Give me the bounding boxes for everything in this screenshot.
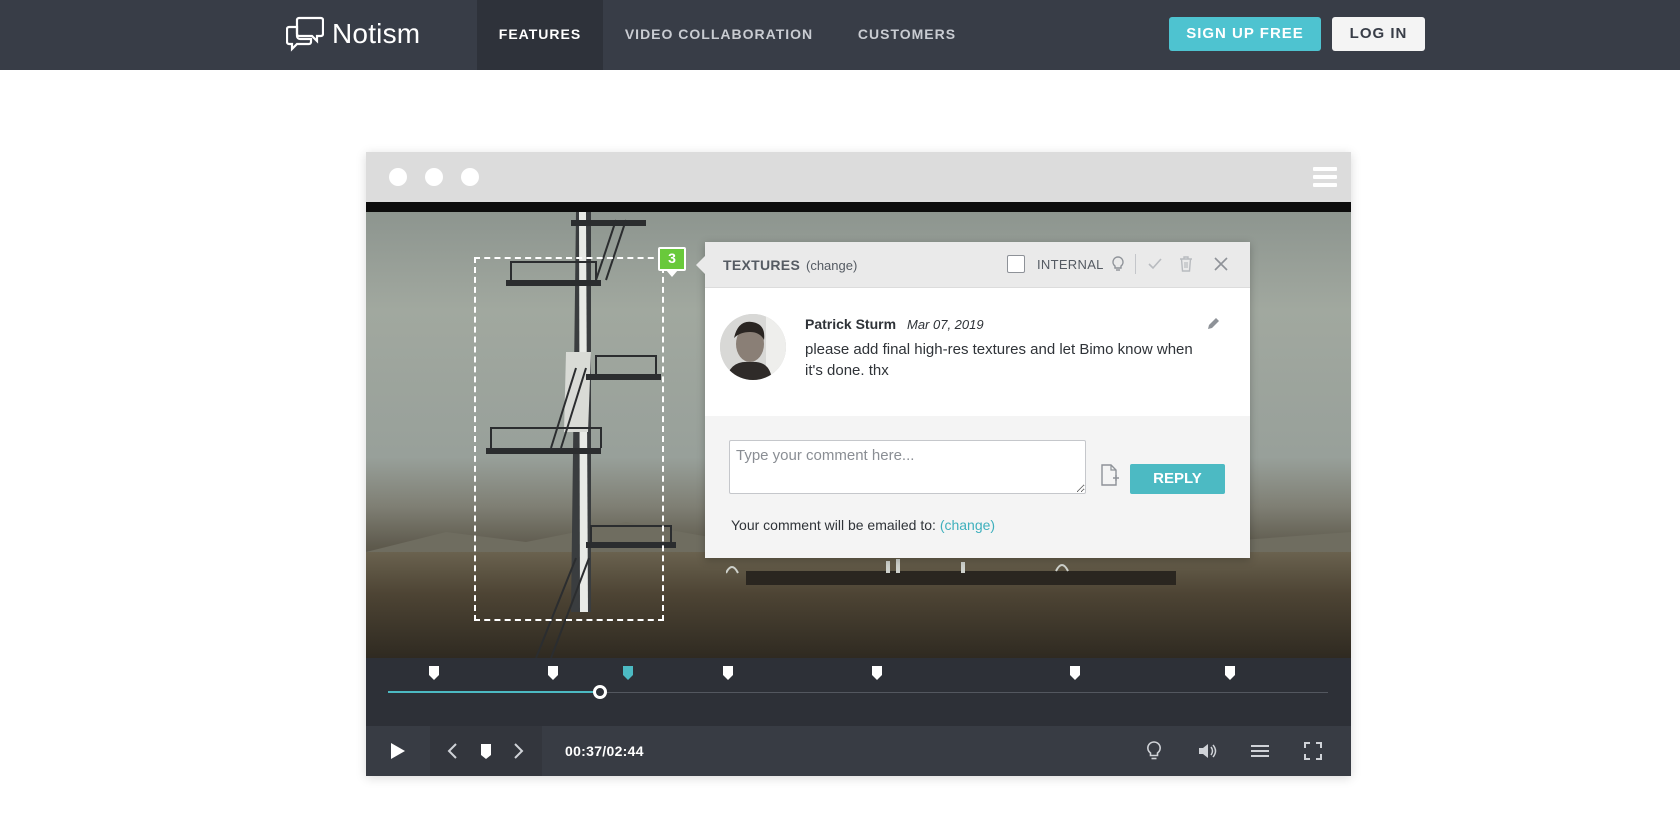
marker-navigation <box>430 726 542 776</box>
timeline[interactable] <box>366 658 1351 726</box>
comment-date: Mar 07, 2019 <box>907 317 984 332</box>
video-frame[interactable]: 3 TEXTURES (change) INTERNAL Patrick Stu… <box>366 212 1351 658</box>
list-icon[interactable] <box>1250 741 1270 761</box>
hamburger-menu-icon[interactable] <box>1313 167 1337 187</box>
video-letterbox <box>366 202 1351 212</box>
window-dot <box>461 168 479 186</box>
annotation-selection-box[interactable] <box>474 257 664 621</box>
window-dot <box>425 168 443 186</box>
comment-author: Patrick Sturm <box>805 316 897 332</box>
nav-link-video-collaboration[interactable]: VIDEO COLLABORATION <box>603 0 835 70</box>
player-controls: 00:37/02:44 <box>366 726 1351 776</box>
comment-text: please add final high-res textures and l… <box>805 341 1193 379</box>
play-button[interactable] <box>366 726 430 776</box>
email-note-text: Your comment will be emailed to: <box>731 517 936 533</box>
lightbulb-icon[interactable] <box>1144 741 1164 761</box>
structures-silhouette <box>726 559 1176 585</box>
email-note: Your comment will be emailed to: (change… <box>731 517 995 533</box>
nav-link-features[interactable]: FEATURES <box>477 0 603 70</box>
header-separator <box>1135 254 1136 274</box>
pencil-icon[interactable] <box>1205 316 1221 332</box>
volume-icon[interactable] <box>1197 741 1217 761</box>
timecode: 00:37/02:44 <box>565 743 644 759</box>
timeline-progress <box>388 691 601 693</box>
email-change-link[interactable]: (change) <box>940 517 995 533</box>
play-icon <box>391 743 405 759</box>
check-icon[interactable] <box>1146 255 1164 273</box>
title-change-link[interactable]: (change) <box>806 258 857 273</box>
playhead-handle[interactable] <box>593 685 608 699</box>
lightbulb-icon[interactable] <box>1109 255 1127 273</box>
annotation-badge[interactable]: 3 <box>658 247 686 277</box>
reply-area: REPLY Your comment will be emailed to: (… <box>705 416 1250 558</box>
reply-input[interactable] <box>729 440 1086 494</box>
comment-marker[interactable] <box>1225 666 1235 680</box>
comment-marker[interactable] <box>872 666 882 680</box>
window-dot <box>389 168 407 186</box>
top-navigation: Notism FEATURES VIDEO COLLABORATION CUST… <box>0 0 1680 70</box>
chat-bubbles-icon <box>286 16 324 52</box>
brand-name: Notism <box>332 18 421 49</box>
comment-marker[interactable] <box>548 666 558 680</box>
avatar <box>720 314 786 380</box>
prev-icon[interactable] <box>443 741 463 761</box>
trash-icon[interactable] <box>1177 255 1195 273</box>
popup-header: TEXTURES (change) INTERNAL <box>705 242 1250 288</box>
close-icon[interactable] <box>1212 255 1230 273</box>
brand-logo[interactable]: Notism <box>286 14 420 54</box>
comment-marker[interactable] <box>429 666 439 680</box>
window-titlebar <box>366 152 1351 202</box>
comment-marker[interactable] <box>723 666 733 680</box>
popup-title: TEXTURES <box>723 257 801 273</box>
internal-label: INTERNAL <box>1037 257 1104 272</box>
nav-link-customers[interactable]: CUSTOMERS <box>835 0 979 70</box>
player-window: 3 TEXTURES (change) INTERNAL Patrick Stu… <box>366 152 1351 776</box>
sign-up-button[interactable]: SIGN UP FREE <box>1169 17 1321 51</box>
internal-checkbox[interactable] <box>1007 255 1025 273</box>
fullscreen-icon[interactable] <box>1303 741 1323 761</box>
log-in-button[interactable]: LOG IN <box>1332 17 1425 51</box>
attach-file-icon[interactable] <box>1098 463 1120 487</box>
comment-popup: TEXTURES (change) INTERNAL Patrick Sturm… <box>696 242 1250 558</box>
comment-marker[interactable] <box>1070 666 1080 680</box>
reply-button[interactable]: REPLY <box>1130 464 1225 494</box>
marker-icon[interactable] <box>476 741 496 761</box>
comment-marker[interactable] <box>623 666 633 680</box>
next-icon[interactable] <box>508 741 528 761</box>
